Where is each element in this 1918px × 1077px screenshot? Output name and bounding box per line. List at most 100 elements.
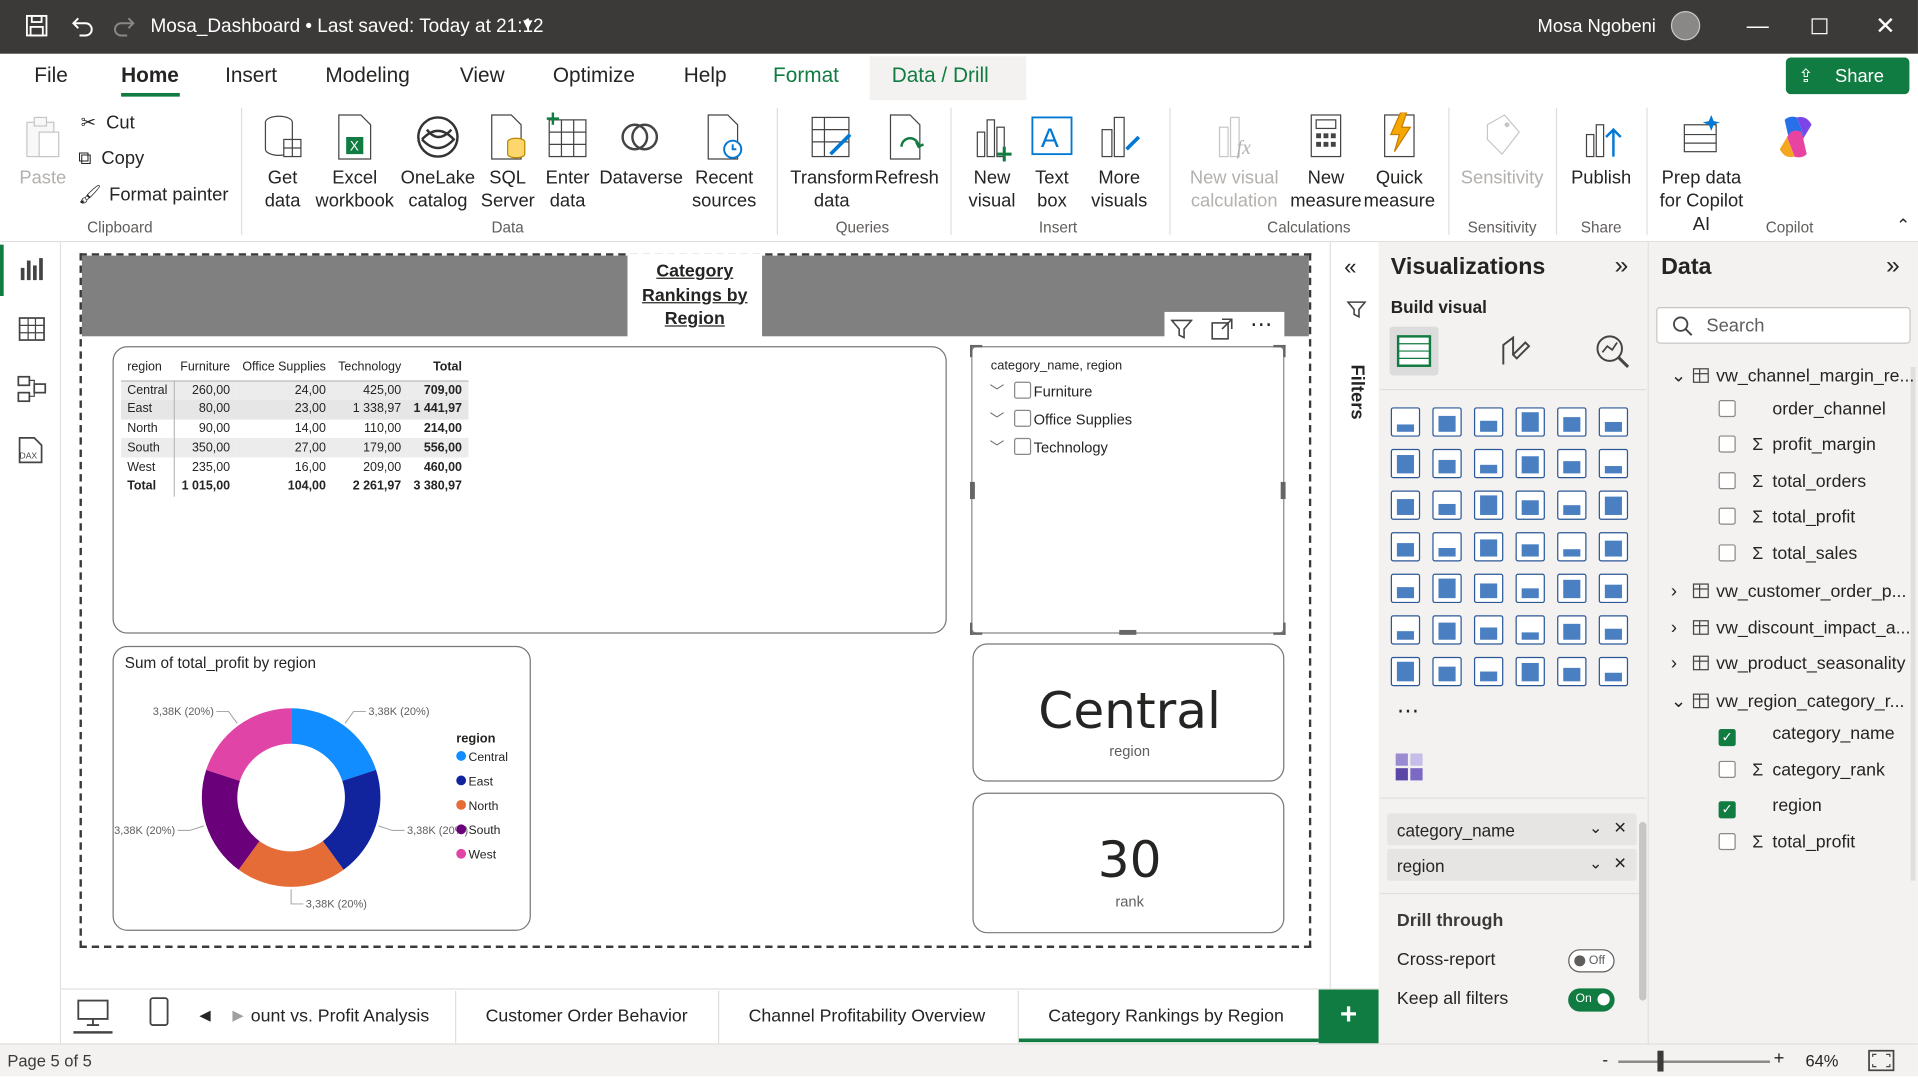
- resize-handle[interactable]: [1119, 629, 1137, 635]
- tab-view[interactable]: View: [460, 64, 505, 88]
- chevron-down-icon[interactable]: ⌄: [1589, 854, 1602, 874]
- qa-icon[interactable]: [1515, 615, 1545, 645]
- clustered-bar-icon[interactable]: [1473, 407, 1504, 437]
- quick-measure-button[interactable]: Quick measure: [1363, 112, 1436, 213]
- azure-map-icon[interactable]: [1515, 532, 1545, 562]
- pie-icon[interactable]: [1515, 490, 1545, 520]
- field-item[interactable]: ✓ region: [1718, 796, 1822, 819]
- filled-map-icon[interactable]: [1432, 532, 1462, 562]
- undo-icon[interactable]: [70, 13, 94, 44]
- zoom-out-icon[interactable]: -: [1602, 1050, 1608, 1070]
- publish-button[interactable]: Publish: [1566, 113, 1637, 190]
- clustered-column-icon[interactable]: [1515, 407, 1545, 437]
- slicer-icon[interactable]: [1473, 573, 1504, 604]
- table-node[interactable]: ⌄ vw_channel_margin_re...: [1671, 365, 1914, 387]
- stacked-column-icon[interactable]: [1432, 407, 1462, 437]
- page-tab[interactable]: Customer Order Behavior: [486, 1007, 688, 1027]
- text-box-button[interactable]: A Text box: [1026, 113, 1077, 213]
- collapse-data-icon[interactable]: »: [1886, 252, 1900, 280]
- resize-handle[interactable]: [969, 622, 983, 635]
- field-item[interactable]: Σcategory_rank: [1718, 760, 1885, 780]
- slicer-visual[interactable]: category_name, region ﹀ Furniture ﹀ Office…: [969, 344, 1286, 635]
- scrollbar[interactable]: [1639, 821, 1647, 1001]
- cut-button[interactable]: ✂ Cut: [81, 111, 135, 134]
- avatar[interactable]: [1670, 11, 1701, 41]
- build-visual-tab[interactable]: [1389, 326, 1439, 376]
- checkbox[interactable]: [1014, 409, 1032, 427]
- share-button[interactable]: ⇪ Share ⌄: [1785, 57, 1910, 109]
- checkbox[interactable]: ✓: [1718, 801, 1736, 819]
- waterfall-icon[interactable]: [1390, 490, 1421, 520]
- tab-home[interactable]: Home: [121, 64, 179, 88]
- collapse-visualizations-icon[interactable]: »: [1615, 252, 1629, 280]
- gauge-icon[interactable]: [1557, 532, 1587, 562]
- tab-modeling[interactable]: Modeling: [325, 64, 409, 88]
- matrix-icon[interactable]: [1557, 573, 1587, 604]
- checkbox[interactable]: [1718, 471, 1736, 489]
- metrics-icon[interactable]: [1473, 656, 1504, 687]
- paste-button[interactable]: Paste: [17, 115, 68, 190]
- scrollbar[interactable]: [1910, 366, 1916, 881]
- page-tab[interactable]: ount vs. Profit Analysis: [251, 1007, 429, 1027]
- chevron-down-icon[interactable]: ⌄: [1589, 818, 1602, 838]
- copilot-button[interactable]: [1757, 113, 1835, 167]
- title-dropdown-icon[interactable]: ▼: [520, 15, 536, 33]
- tab-format[interactable]: Format: [773, 64, 839, 88]
- remove-field-icon[interactable]: ✕: [1614, 818, 1627, 838]
- table-node[interactable]: › vw_product_seasonality: [1671, 653, 1906, 674]
- line-clustered-icon[interactable]: [1598, 448, 1629, 479]
- checkbox[interactable]: [1718, 507, 1736, 525]
- analytics-icon[interactable]: [1593, 333, 1632, 370]
- chevron-down-icon[interactable]: ﹀: [990, 439, 1005, 456]
- field-item[interactable]: order_channel: [1718, 399, 1886, 419]
- tab-data-drill[interactable]: Data / Drill: [892, 64, 989, 88]
- onelake-button[interactable]: OneLake catalog: [399, 113, 477, 213]
- scatter-icon[interactable]: [1473, 490, 1504, 520]
- checkbox[interactable]: [1718, 543, 1736, 561]
- more-visuals-button[interactable]: More visuals: [1081, 113, 1157, 213]
- multirow-card-icon[interactable]: [1390, 573, 1421, 604]
- copy-button[interactable]: ⧉ Copy: [78, 148, 144, 169]
- tab-insert[interactable]: Insert: [225, 64, 277, 88]
- mobile-layout-icon[interactable]: [149, 997, 169, 1026]
- model-view-icon[interactable]: [17, 374, 47, 403]
- new-measure-button[interactable]: New measure: [1289, 113, 1362, 213]
- chevron-down-icon[interactable]: ⌄: [1671, 689, 1691, 711]
- checkbox[interactable]: ✓: [1718, 729, 1736, 747]
- shape-map-icon[interactable]: [1473, 532, 1504, 562]
- report-view-icon[interactable]: [18, 256, 45, 283]
- checkbox[interactable]: [1014, 437, 1032, 456]
- legend-item[interactable]: South: [456, 824, 508, 848]
- resize-handle[interactable]: [1273, 344, 1286, 358]
- table-view-icon[interactable]: [18, 316, 45, 343]
- resize-handle[interactable]: [1273, 622, 1286, 635]
- prep-copilot-button[interactable]: Prep data for Copilot AI: [1654, 113, 1749, 237]
- enter-data-button[interactable]: Enter data: [539, 112, 595, 213]
- field-well-region[interactable]: region ⌄ ✕: [1387, 848, 1637, 881]
- narrative-icon[interactable]: [1515, 656, 1545, 687]
- legend-item[interactable]: North: [456, 799, 508, 824]
- slicer-item[interactable]: ﹀ Office Supplies: [990, 409, 1132, 430]
- deneb-icon[interactable]: [1598, 656, 1629, 687]
- line-column-icon[interactable]: [1557, 448, 1587, 479]
- page-tab-active[interactable]: Category Rankings by Region: [1048, 1007, 1284, 1027]
- row-header[interactable]: East: [121, 399, 175, 420]
- scroll-right-icon[interactable]: ▶: [232, 1007, 243, 1024]
- sql-server-button[interactable]: SQL Server: [481, 113, 535, 213]
- redo-icon[interactable]: [113, 13, 137, 44]
- key-influencers-icon[interactable]: [1432, 615, 1462, 645]
- chevron-right-icon[interactable]: ›: [1671, 617, 1691, 638]
- power-automate-icon[interactable]: [1432, 656, 1462, 687]
- custom-visual-icon[interactable]: [1394, 752, 1423, 781]
- r-visual-icon[interactable]: [1598, 573, 1629, 604]
- donut-icon[interactable]: [1557, 490, 1587, 520]
- tab-optimize[interactable]: Optimize: [553, 64, 635, 88]
- checkbox[interactable]: [1718, 760, 1736, 778]
- legend-item[interactable]: East: [456, 775, 508, 800]
- keep-filters-toggle[interactable]: On: [1568, 988, 1615, 1012]
- tab-help[interactable]: Help: [684, 64, 727, 88]
- donut-slice-west[interactable]: [206, 708, 292, 781]
- transform-data-button[interactable]: Transform data: [788, 113, 876, 213]
- python-icon[interactable]: [1390, 615, 1421, 645]
- more-options-icon[interactable]: ⋯: [1250, 312, 1273, 338]
